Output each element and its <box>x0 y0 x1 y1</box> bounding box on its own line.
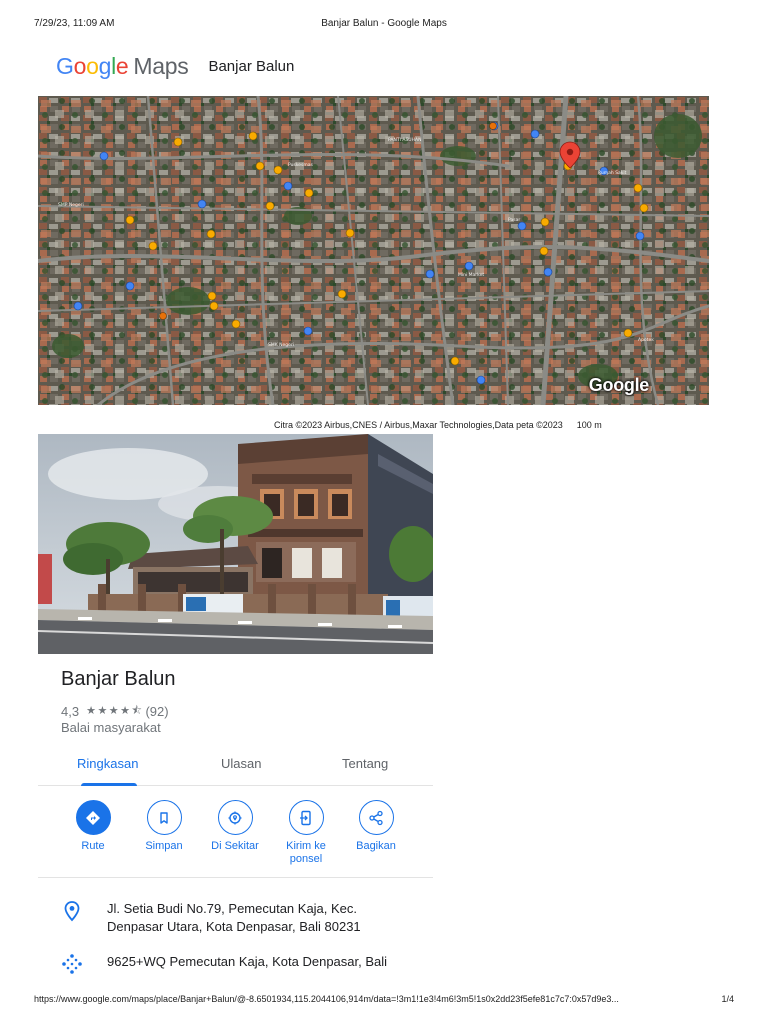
top-bar: Google Maps Banjar Balun <box>56 52 294 80</box>
svg-text:Rumah Sakit: Rumah Sakit <box>598 170 627 176</box>
header-place-title: Banjar Balun <box>208 57 295 75</box>
location-pin-icon <box>61 900 83 922</box>
print-page-number: 1/4 <box>721 994 734 1004</box>
place-photo[interactable] <box>38 434 433 654</box>
directions-button[interactable]: Rute <box>58 800 128 853</box>
place-name: Banjar Balun <box>61 668 176 690</box>
share-button[interactable]: Bagikan <box>341 800 411 853</box>
map-google-watermark: Google <box>588 375 650 395</box>
svg-text:Apotek: Apotek <box>638 337 654 343</box>
print-footer: https://www.google.com/maps/place/Banjar… <box>34 994 734 1006</box>
attribution-text: Citra ©2023 Airbus,CNES / Airbus,Maxar T… <box>274 420 563 430</box>
map-imagery: PANTI ASUHAN Rumah Sakit SMP Negeri Puskes… <box>38 96 709 405</box>
nearby-label: Di Sekitar <box>211 840 259 852</box>
tab-ulasan[interactable]: Ulasan <box>221 756 261 771</box>
send-to-phone-icon <box>288 800 324 835</box>
share-icon <box>358 800 394 835</box>
save-button[interactable]: Simpan <box>129 800 199 853</box>
svg-text:Puskesmas: Puskesmas <box>288 162 314 168</box>
rating-value: 4,3 <box>61 704 80 719</box>
svg-text:Mini Market: Mini Market <box>458 272 484 278</box>
review-count[interactable]: (92) <box>145 704 168 719</box>
send-to-phone-label: Kirim ke ponsel <box>286 840 326 865</box>
star-rating-icon: ★★★★⯪ <box>86 704 144 717</box>
photo-building-image <box>38 434 433 654</box>
address-row[interactable]: Jl. Setia Budi No.79, Pemecutan Kaja, Ke… <box>61 900 387 936</box>
action-buttons: Rute Simpan Di Sekitar Kirim ke ponsel B… <box>38 800 433 878</box>
send-to-phone-button[interactable]: Kirim ke ponsel <box>271 800 341 866</box>
plus-code-row[interactable]: 9625+WQ Pemecutan Kaja, Kota Denpasar, B… <box>61 953 387 975</box>
tab-tentang[interactable]: Tentang <box>342 756 388 771</box>
logo-letter: e <box>115 52 129 79</box>
map-scale: 100 m <box>576 420 602 430</box>
logo-letter: o <box>73 52 87 79</box>
tab-ringkasan[interactable]: Ringkasan <box>77 756 138 771</box>
svg-text:SMP Negeri: SMP Negeri <box>58 202 84 208</box>
logo-letter: o <box>86 52 99 79</box>
svg-text:Pasar: Pasar <box>508 217 520 223</box>
bookmark-icon <box>146 800 182 835</box>
rating-row[interactable]: 4,3 ★★★★⯪ (92) <box>61 702 169 721</box>
nearby-button[interactable]: Di Sekitar <box>200 800 270 853</box>
directions-label: Rute <box>81 840 105 852</box>
save-label: Simpan <box>145 840 183 852</box>
google-maps-logo[interactable]: Google Maps <box>56 52 189 80</box>
place-category[interactable]: Balai masyarakat <box>61 720 161 735</box>
address-text: Jl. Setia Budi No.79, Pemecutan Kaja, Ke… <box>107 901 361 934</box>
directions-icon <box>75 800 111 835</box>
print-document-title: Banjar Balun - Google Maps <box>321 18 447 29</box>
place-tabs: Ringkasan Ulasan Tentang <box>38 748 433 786</box>
map-attribution: Citra ©2023 Airbus,CNES / Airbus,Maxar T… <box>274 420 602 430</box>
plus-code-text: 9625+WQ Pemecutan Kaja, Kota Denpasar, B… <box>107 954 388 969</box>
share-label: Bagikan <box>356 840 396 852</box>
print-header: 7/29/23, 11:09 AM Banjar Balun - Google … <box>34 18 734 30</box>
logo-letter: g <box>98 52 112 79</box>
plus-code-icon <box>61 953 83 975</box>
nearby-icon <box>217 800 253 835</box>
satellite-map[interactable]: PANTI ASUHAN Rumah Sakit SMP Negeri Puskes… <box>38 96 709 405</box>
logo-maps-word: Maps <box>133 52 189 79</box>
logo-letter: G <box>56 52 74 79</box>
svg-text:PANTI ASUHAN: PANTI ASUHAN <box>388 137 421 143</box>
print-url: https://www.google.com/maps/place/Banjar… <box>34 994 619 1004</box>
svg-text:SMK Negeri: SMK Negeri <box>268 342 294 348</box>
active-tab-indicator <box>81 783 137 786</box>
